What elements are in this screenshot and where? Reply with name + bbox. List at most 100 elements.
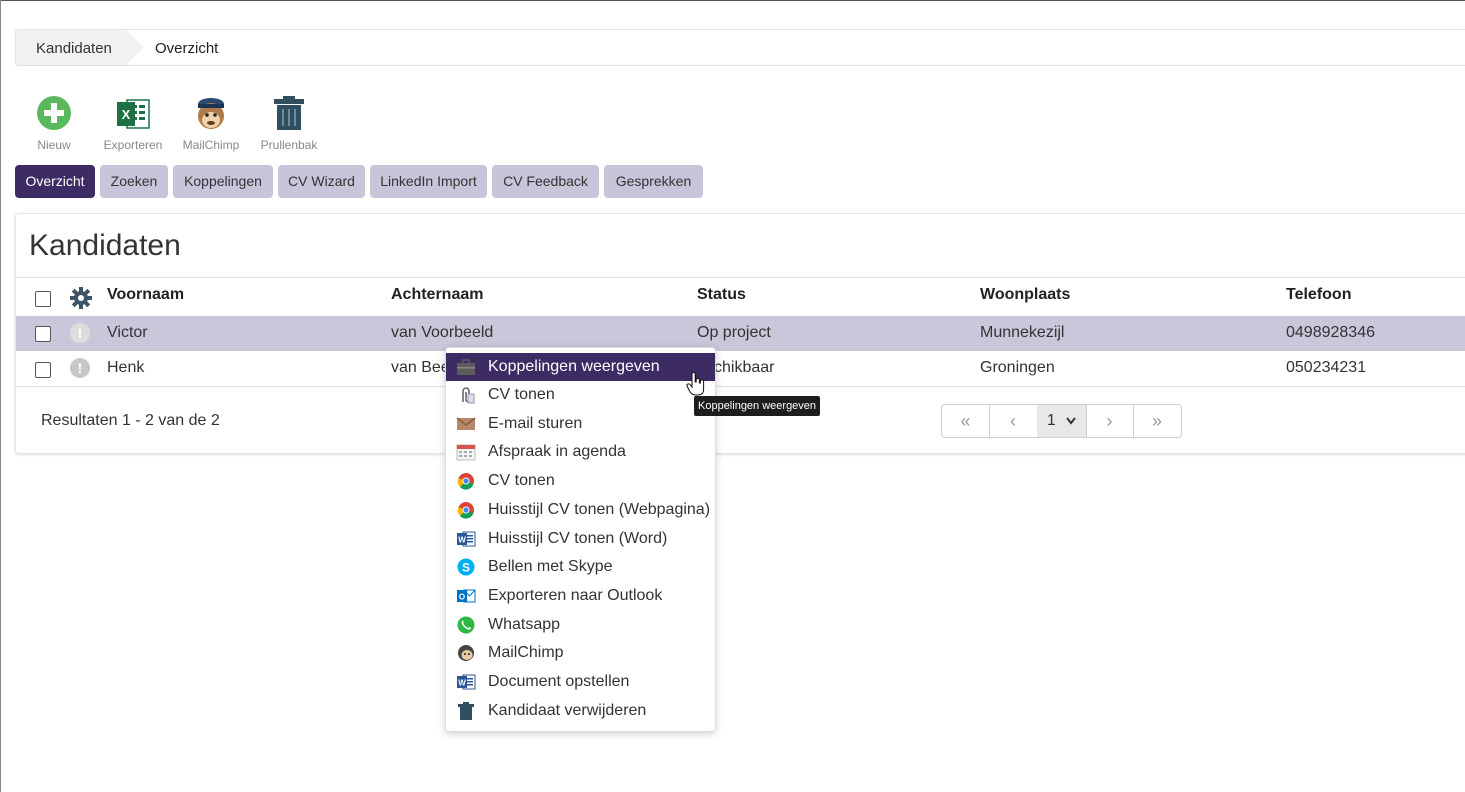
menu-item-cv-tonen-chrome[interactable]: CV tonen [446, 467, 715, 495]
window-top-border [0, 0, 1465, 1]
menu-item-label: CV tonen [488, 472, 555, 489]
menu-item-label: CV tonen [488, 386, 555, 403]
mailchimp-icon [198, 98, 224, 129]
column-status[interactable]: Status [697, 286, 746, 304]
menu-item-whatsapp[interactable]: Whatsapp [446, 611, 715, 639]
svg-text:X: X [122, 107, 131, 122]
mailchimp-icon [458, 645, 474, 661]
trash-icon [274, 96, 304, 130]
excel-icon: X [117, 99, 150, 129]
svg-text:S: S [462, 561, 470, 575]
menu-item-afspraak-in-agenda[interactable]: Afspraak in agenda [446, 438, 715, 466]
table-bottom-divider [16, 386, 1465, 387]
cell-status: Op project [697, 324, 771, 341]
menu-item-cv-tonen[interactable]: CV tonen [446, 381, 715, 409]
envelope-icon [456, 417, 476, 430]
column-voornaam[interactable]: Voornaam [107, 286, 184, 304]
word-icon: W [457, 531, 476, 547]
menu-item-label: Bellen met Skype [488, 558, 613, 575]
skype-icon: S [457, 558, 475, 576]
menu-item-label: Afspraak in agenda [488, 443, 626, 460]
pagination: « ‹ 1 › » [941, 404, 1182, 438]
menu-item-label: Huisstijl CV tonen (Word) [488, 530, 668, 547]
cell-telefoon: 050234231 [1286, 359, 1367, 376]
menu-item-huisstijl-cv-word[interactable]: W Huisstijl CV tonen (Word) [446, 525, 715, 553]
gear-icon[interactable] [70, 287, 92, 309]
menu-item-label: Whatsapp [488, 616, 561, 633]
menu-item-kandidaat-verwijderen[interactable]: Kandidaat verwijderen [446, 697, 715, 725]
breadcrumb-item-kandidaten[interactable]: Kandidaten [16, 30, 144, 65]
cell-woonplaats: Groningen [980, 359, 1055, 376]
cell-status: schikbaar [706, 359, 775, 376]
menu-item-mailchimp[interactable]: MailChimp [446, 639, 715, 667]
row-checkbox[interactable] [35, 362, 51, 378]
svg-text:W: W [458, 536, 466, 545]
whatsapp-icon [457, 616, 475, 634]
new-button-label: Nieuw [37, 138, 71, 152]
plus-circle-icon [37, 96, 71, 130]
window-left-border [0, 0, 1, 792]
last-page-button[interactable]: » [1133, 405, 1181, 437]
results-count: Resultaten 1 - 2 van de 2 [41, 412, 220, 429]
menu-item-email-sturen[interactable]: E-mail sturen [446, 410, 715, 438]
column-woonplaats[interactable]: Woonplaats [980, 286, 1070, 304]
calendar-icon [456, 444, 476, 461]
table-row[interactable]: ! Henk van Bee schikbaar Groningen 05023… [16, 351, 1465, 386]
tab-zoeken[interactable]: Zoeken [100, 165, 168, 198]
mailchimp-button-label: MailChimp [182, 138, 240, 152]
breadcrumb-root-label: Kandidaten [36, 40, 112, 57]
menu-item-document-opstellen[interactable]: W Document opstellen [446, 668, 715, 696]
tab-gesprekken[interactable]: Gesprekken [604, 165, 703, 198]
exclamation-icon: ! [70, 323, 90, 343]
export-button[interactable]: X Exporteren [99, 95, 167, 155]
menu-item-label: Kandidaat verwijderen [488, 702, 647, 719]
page-number: 1 [1046, 412, 1056, 429]
cell-woonplaats: Munnekezijl [980, 324, 1065, 341]
cell-achternaam: van Voorbeeld [391, 324, 494, 341]
first-page-button[interactable]: « [942, 405, 990, 437]
mailchimp-button[interactable]: MailChimp [178, 95, 244, 155]
candidates-panel: Kandidaten Voornaam Achternaam Status Wo… [15, 213, 1465, 454]
trash-button-label: Prullenbak [260, 138, 318, 152]
new-button[interactable]: Nieuw [25, 95, 83, 155]
tab-cv-wizard[interactable]: CV Wizard [278, 165, 365, 198]
cell-achternaam: van Bee [391, 359, 450, 376]
export-button-label: Exporteren [103, 138, 163, 152]
hand-cursor-icon [686, 372, 705, 396]
trash-button[interactable]: Prullenbak [257, 95, 321, 155]
cell-telefoon: 0498928346 [1286, 324, 1375, 341]
exclamation-icon: ! [70, 358, 90, 378]
cell-voornaam: Henk [107, 359, 145, 376]
tab-linkedin-import[interactable]: LinkedIn Import [370, 165, 487, 198]
svg-text:O: O [459, 593, 465, 602]
column-telefoon[interactable]: Telefoon [1286, 286, 1351, 304]
context-menu: Koppelingen weergeven CV tonen E-mail st… [445, 347, 716, 732]
trash-icon [458, 702, 474, 720]
menu-item-huisstijl-cv-webpagina[interactable]: Huisstijl CV tonen (Webpagina) [446, 496, 715, 524]
menu-item-exporteren-naar-outlook[interactable]: O Exporteren naar Outlook [446, 582, 715, 610]
page-select[interactable]: 1 [1037, 405, 1087, 437]
breadcrumb-current-label: Overzicht [155, 40, 219, 57]
chevron-down-icon [1066, 417, 1076, 425]
paperclip-icon [462, 387, 475, 404]
table-row[interactable]: ! Victor van Voorbeeld Op project Munnek… [16, 316, 1465, 351]
tab-koppelingen[interactable]: Koppelingen [173, 165, 273, 198]
next-page-button[interactable]: › [1086, 405, 1134, 437]
header-divider [16, 277, 1465, 278]
column-achternaam[interactable]: Achternaam [391, 286, 483, 304]
tab-cv-feedback[interactable]: CV Feedback [492, 165, 599, 198]
briefcase-icon [457, 359, 475, 375]
row-checkbox[interactable] [35, 326, 51, 342]
menu-item-label: Koppelingen weergeven [488, 358, 660, 375]
tooltip: Koppelingen weergeven [694, 396, 821, 416]
page-title: Kandidaten [29, 229, 181, 262]
select-all-checkbox[interactable] [35, 291, 51, 307]
svg-text:W: W [458, 679, 466, 688]
prev-page-button[interactable]: ‹ [989, 405, 1038, 437]
menu-item-label: Exporteren naar Outlook [488, 587, 663, 604]
chrome-icon [457, 502, 474, 519]
menu-item-label: E-mail sturen [488, 415, 583, 432]
menu-item-bellen-met-skype[interactable]: S Bellen met Skype [446, 553, 715, 581]
tab-overzicht[interactable]: Overzicht [15, 165, 95, 198]
menu-item-koppelingen-weergeven[interactable]: Koppelingen weergeven [446, 353, 715, 381]
